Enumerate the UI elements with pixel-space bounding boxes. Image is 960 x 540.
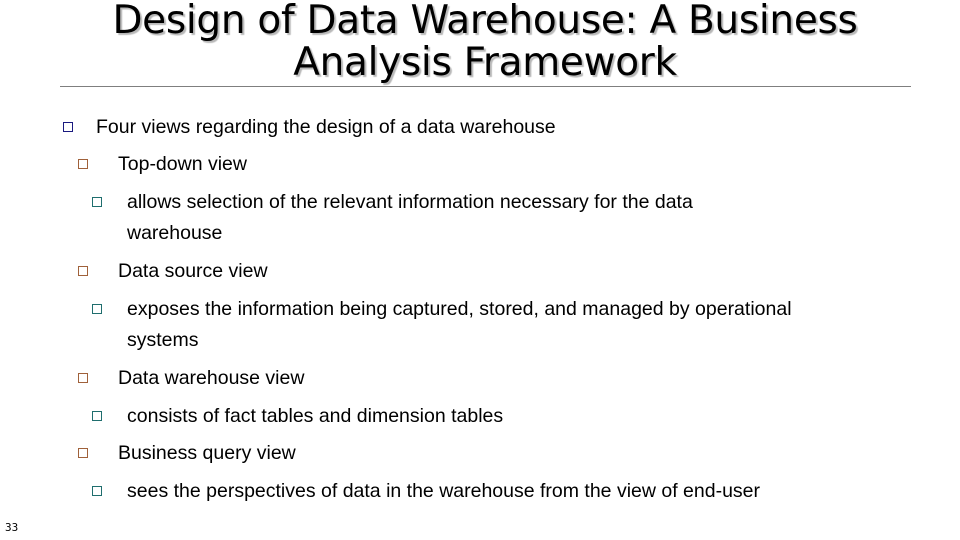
hollow-square-bullet-icon (63, 122, 75, 134)
view-name: Data warehouse view (118, 367, 305, 389)
description-line: exposes the information being captured, … (127, 298, 792, 320)
slide: Design of Data Warehouse: A Business Ana… (0, 0, 960, 540)
description-line: systems (127, 329, 199, 351)
view-data-warehouse: Data warehouse view (118, 363, 304, 394)
view-data-warehouse-description: consists of fact tables and dimension ta… (127, 401, 503, 432)
hollow-square-bullet-icon (92, 304, 104, 316)
hollow-square-bullet-icon (78, 448, 90, 460)
hollow-square-bullet-icon (78, 266, 90, 278)
slide-title-line-2: Analysis Framework (293, 40, 677, 85)
hollow-square-bullet-icon (78, 159, 90, 171)
description-line: warehouse (127, 222, 223, 244)
view-data-source: Data source view (118, 256, 268, 287)
view-business-query: Business query view (118, 438, 296, 469)
hollow-square-bullet-icon (78, 373, 90, 385)
hollow-square-bullet-icon (92, 486, 104, 498)
view-data-source-description: exposes the information being captured, … (127, 294, 792, 356)
view-name: Top-down view (118, 153, 247, 175)
slide-title-line-1: Design of Data Warehouse: A Business (112, 0, 858, 43)
title-divider (60, 86, 911, 87)
description-line: allows selection of the relevant informa… (127, 191, 693, 213)
view-name: Data source view (118, 260, 268, 282)
view-business-query-description: sees the perspectives of data in the war… (127, 476, 760, 507)
intro-bullet: Four views regarding the design of a dat… (96, 112, 556, 143)
intro-text: Four views regarding the design of a dat… (96, 116, 556, 138)
description-line: consists of fact tables and dimension ta… (127, 405, 504, 427)
view-name: Business query view (118, 442, 296, 464)
hollow-square-bullet-icon (92, 411, 104, 423)
hollow-square-bullet-icon (92, 197, 104, 209)
description-line: sees the perspectives of data in the war… (127, 480, 761, 502)
slide-title: Design of Data Warehouse: A Business Ana… (60, 0, 910, 84)
page-number: 33 (5, 521, 19, 534)
view-top-down-description: allows selection of the relevant informa… (127, 187, 693, 249)
view-top-down: Top-down view (118, 149, 247, 180)
